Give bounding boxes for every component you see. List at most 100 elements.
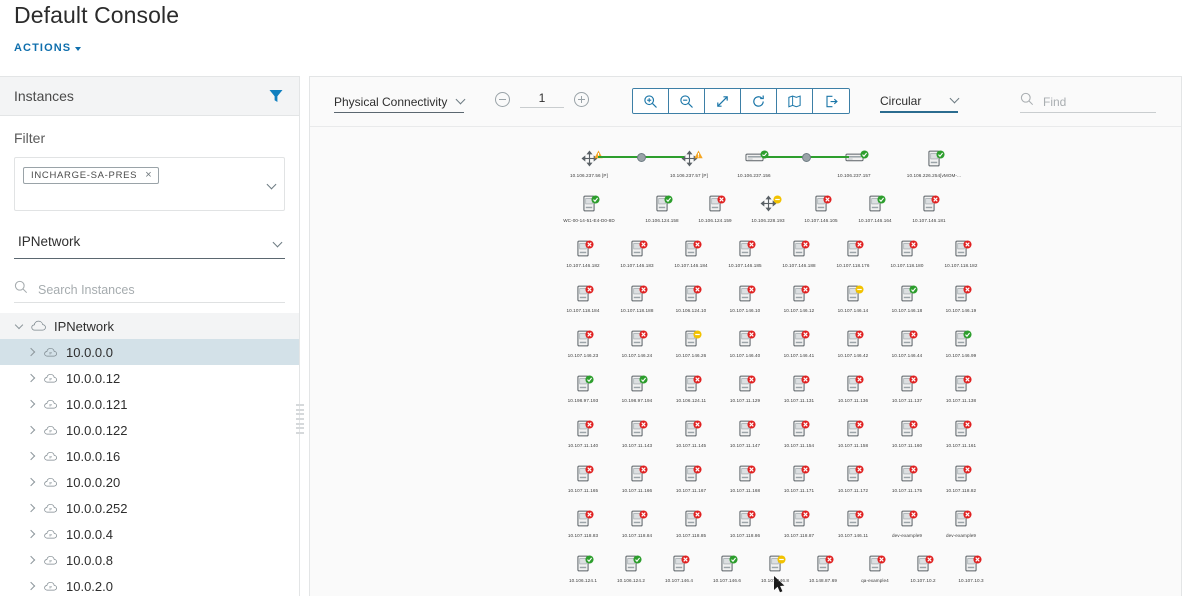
domain-multiselect[interactable]: INCHARGE-SA-PRES × <box>14 157 285 211</box>
search-instances-row[interactable] <box>14 277 285 303</box>
actions-menu-label: ACTIONS <box>14 42 72 54</box>
status-badge-critical <box>747 281 756 299</box>
graph-node[interactable]: 10.107.146.19 <box>925 285 997 313</box>
tree-item-10.0.0.122[interactable]: IP 10.0.0.122 <box>0 417 299 443</box>
tree-item-10.0.0.0[interactable]: IP 10.0.0.0 <box>0 339 299 365</box>
graph-node[interactable]: 10.107.118.82 <box>925 465 997 493</box>
tree-item-10.0.0.16[interactable]: IP 10.0.0.16 <box>0 443 299 469</box>
tree-item-10.0.0.4[interactable]: IP 10.0.0.4 <box>0 521 299 547</box>
class-select[interactable]: IPNetwork <box>14 233 285 259</box>
chevron-right-icon[interactable] <box>22 555 40 565</box>
zoom-in-icon[interactable] <box>633 89 669 113</box>
graph-node[interactable]: 10.106.237.57 [P] <box>653 150 725 178</box>
instances-panel-title: Instances <box>14 88 74 104</box>
increment-depth-button[interactable] <box>574 92 589 107</box>
svg-text:IP: IP <box>48 403 51 407</box>
refresh-icon[interactable] <box>741 89 777 113</box>
tree-item-10.0.0.8[interactable]: IP 10.0.0.8 <box>0 547 299 573</box>
node-router-icon <box>653 150 725 172</box>
status-badge-critical <box>973 551 982 569</box>
graph-node[interactable]: 10.106.237.156 <box>718 150 790 178</box>
cloud-icon: IP <box>40 399 60 410</box>
node-label: 10.107.118.182 <box>944 263 978 268</box>
chevron-down-icon <box>272 236 283 254</box>
svg-text:IP: IP <box>48 507 51 511</box>
tree-item-10.0.0.121[interactable]: IP 10.0.0.121 <box>0 391 299 417</box>
status-badge-critical <box>823 191 832 209</box>
status-badge-critical <box>925 551 934 569</box>
svg-text:IP: IP <box>48 429 51 433</box>
graph-node[interactable]: 10.107.146.181 <box>893 195 965 223</box>
graph-node[interactable]: 10.107.146.99 <box>925 330 997 358</box>
tree-item-10.0.0.252[interactable]: IP 10.0.0.252 <box>0 495 299 521</box>
zoom-out-icon[interactable] <box>669 89 705 113</box>
graph-node[interactable]: 10.107.10.3 <box>935 555 1007 583</box>
chevron-right-icon[interactable] <box>22 373 40 383</box>
chevron-right-icon[interactable] <box>22 451 40 461</box>
topology-canvas[interactable]: 10.106.237.56 [P] 10.106.237.57 [P] 10.106… <box>310 128 1181 596</box>
svg-text:IP: IP <box>48 481 51 485</box>
graph-node[interactable]: dev-example9 <box>925 510 997 538</box>
export-icon[interactable] <box>813 89 849 113</box>
status-badge-ok <box>936 146 945 164</box>
close-icon[interactable]: × <box>145 170 152 181</box>
node-label: 10.106.226.254[vMOM-... <box>906 173 962 178</box>
decrement-depth-button[interactable] <box>495 92 510 107</box>
node-label: 10.106.237.56 [P] <box>570 173 608 178</box>
graph-node[interactable]: 10.107.118.182 <box>925 240 997 268</box>
tree-item-label: 10.0.0.12 <box>66 370 121 386</box>
graph-node[interactable]: 10.107.11.161 <box>925 420 997 448</box>
chevron-right-icon[interactable] <box>22 425 40 435</box>
node-label: 10.107.146.181 <box>912 218 946 223</box>
map-icon[interactable] <box>777 89 813 113</box>
tree-item-label: 10.0.2.0 <box>66 578 113 594</box>
search-instances-input[interactable] <box>36 281 256 298</box>
chevron-right-icon[interactable] <box>22 581 40 591</box>
status-badge-warning <box>693 146 703 164</box>
graph-link-midpoint[interactable] <box>637 152 646 162</box>
page-title: Default Console <box>14 2 180 28</box>
depth-value[interactable]: 1 <box>520 91 564 108</box>
layout-select[interactable]: Circular <box>880 91 960 113</box>
cloud-icon: IP <box>40 347 60 358</box>
status-badge-critical <box>585 281 594 299</box>
status-badge-critical <box>801 416 810 434</box>
status-badge-critical <box>747 236 756 254</box>
find-input[interactable] <box>1041 93 1141 110</box>
tree-item-10.0.0.20[interactable]: IP 10.0.0.20 <box>0 469 299 495</box>
status-badge-critical <box>963 416 972 434</box>
status-badge-critical <box>909 416 918 434</box>
tree-item-10.0.0.12[interactable]: IP 10.0.0.12 <box>0 365 299 391</box>
status-badge-critical <box>855 326 864 344</box>
graph-node[interactable]: WC-00-14-51-E4-D0-8D <box>553 195 625 223</box>
tree-root-label: IPNetwork <box>54 318 114 334</box>
chevron-right-icon[interactable] <box>22 477 40 487</box>
tree-root-ipnetwork[interactable]: IPNetwork <box>0 313 299 339</box>
panel-resize-handle[interactable] <box>296 404 304 434</box>
chevron-right-icon[interactable] <box>22 503 40 513</box>
filter-label: Filter <box>14 130 46 146</box>
graph-node[interactable]: 10.106.237.56 [P] <box>553 150 625 178</box>
status-badge-critical <box>801 281 810 299</box>
graph-node[interactable]: 10.106.226.254[vMOM-... <box>898 150 970 178</box>
filter-icon[interactable] <box>269 89 283 103</box>
find-box[interactable] <box>1020 91 1156 113</box>
graph-node[interactable]: 10.106.237.157 <box>818 150 890 178</box>
chevron-right-icon[interactable] <box>22 399 40 409</box>
view-select[interactable]: Physical Connectivity <box>334 91 466 113</box>
status-badge-critical <box>693 371 702 389</box>
actions-menu-button[interactable]: ACTIONS <box>14 42 82 54</box>
chevron-down-icon[interactable] <box>10 320 28 331</box>
graph-node[interactable]: 10.107.11.138 <box>925 375 997 403</box>
fit-to-screen-icon[interactable] <box>705 89 741 113</box>
app-root: Default Console ACTIONS Instances Filter… <box>0 0 1192 596</box>
depth-stepper: 1 <box>495 91 589 108</box>
graph-link-midpoint[interactable] <box>802 152 811 162</box>
tree-item-10.0.2.0[interactable]: IP 10.0.2.0 <box>0 573 299 596</box>
filter-section: Filter INCHARGE-SA-PRES × <box>0 116 299 211</box>
filter-chip[interactable]: INCHARGE-SA-PRES × <box>23 167 160 184</box>
chevron-right-icon[interactable] <box>22 347 40 357</box>
chevron-right-icon[interactable] <box>22 529 40 539</box>
chevron-down-icon[interactable] <box>266 178 277 196</box>
status-badge-critical <box>639 326 648 344</box>
